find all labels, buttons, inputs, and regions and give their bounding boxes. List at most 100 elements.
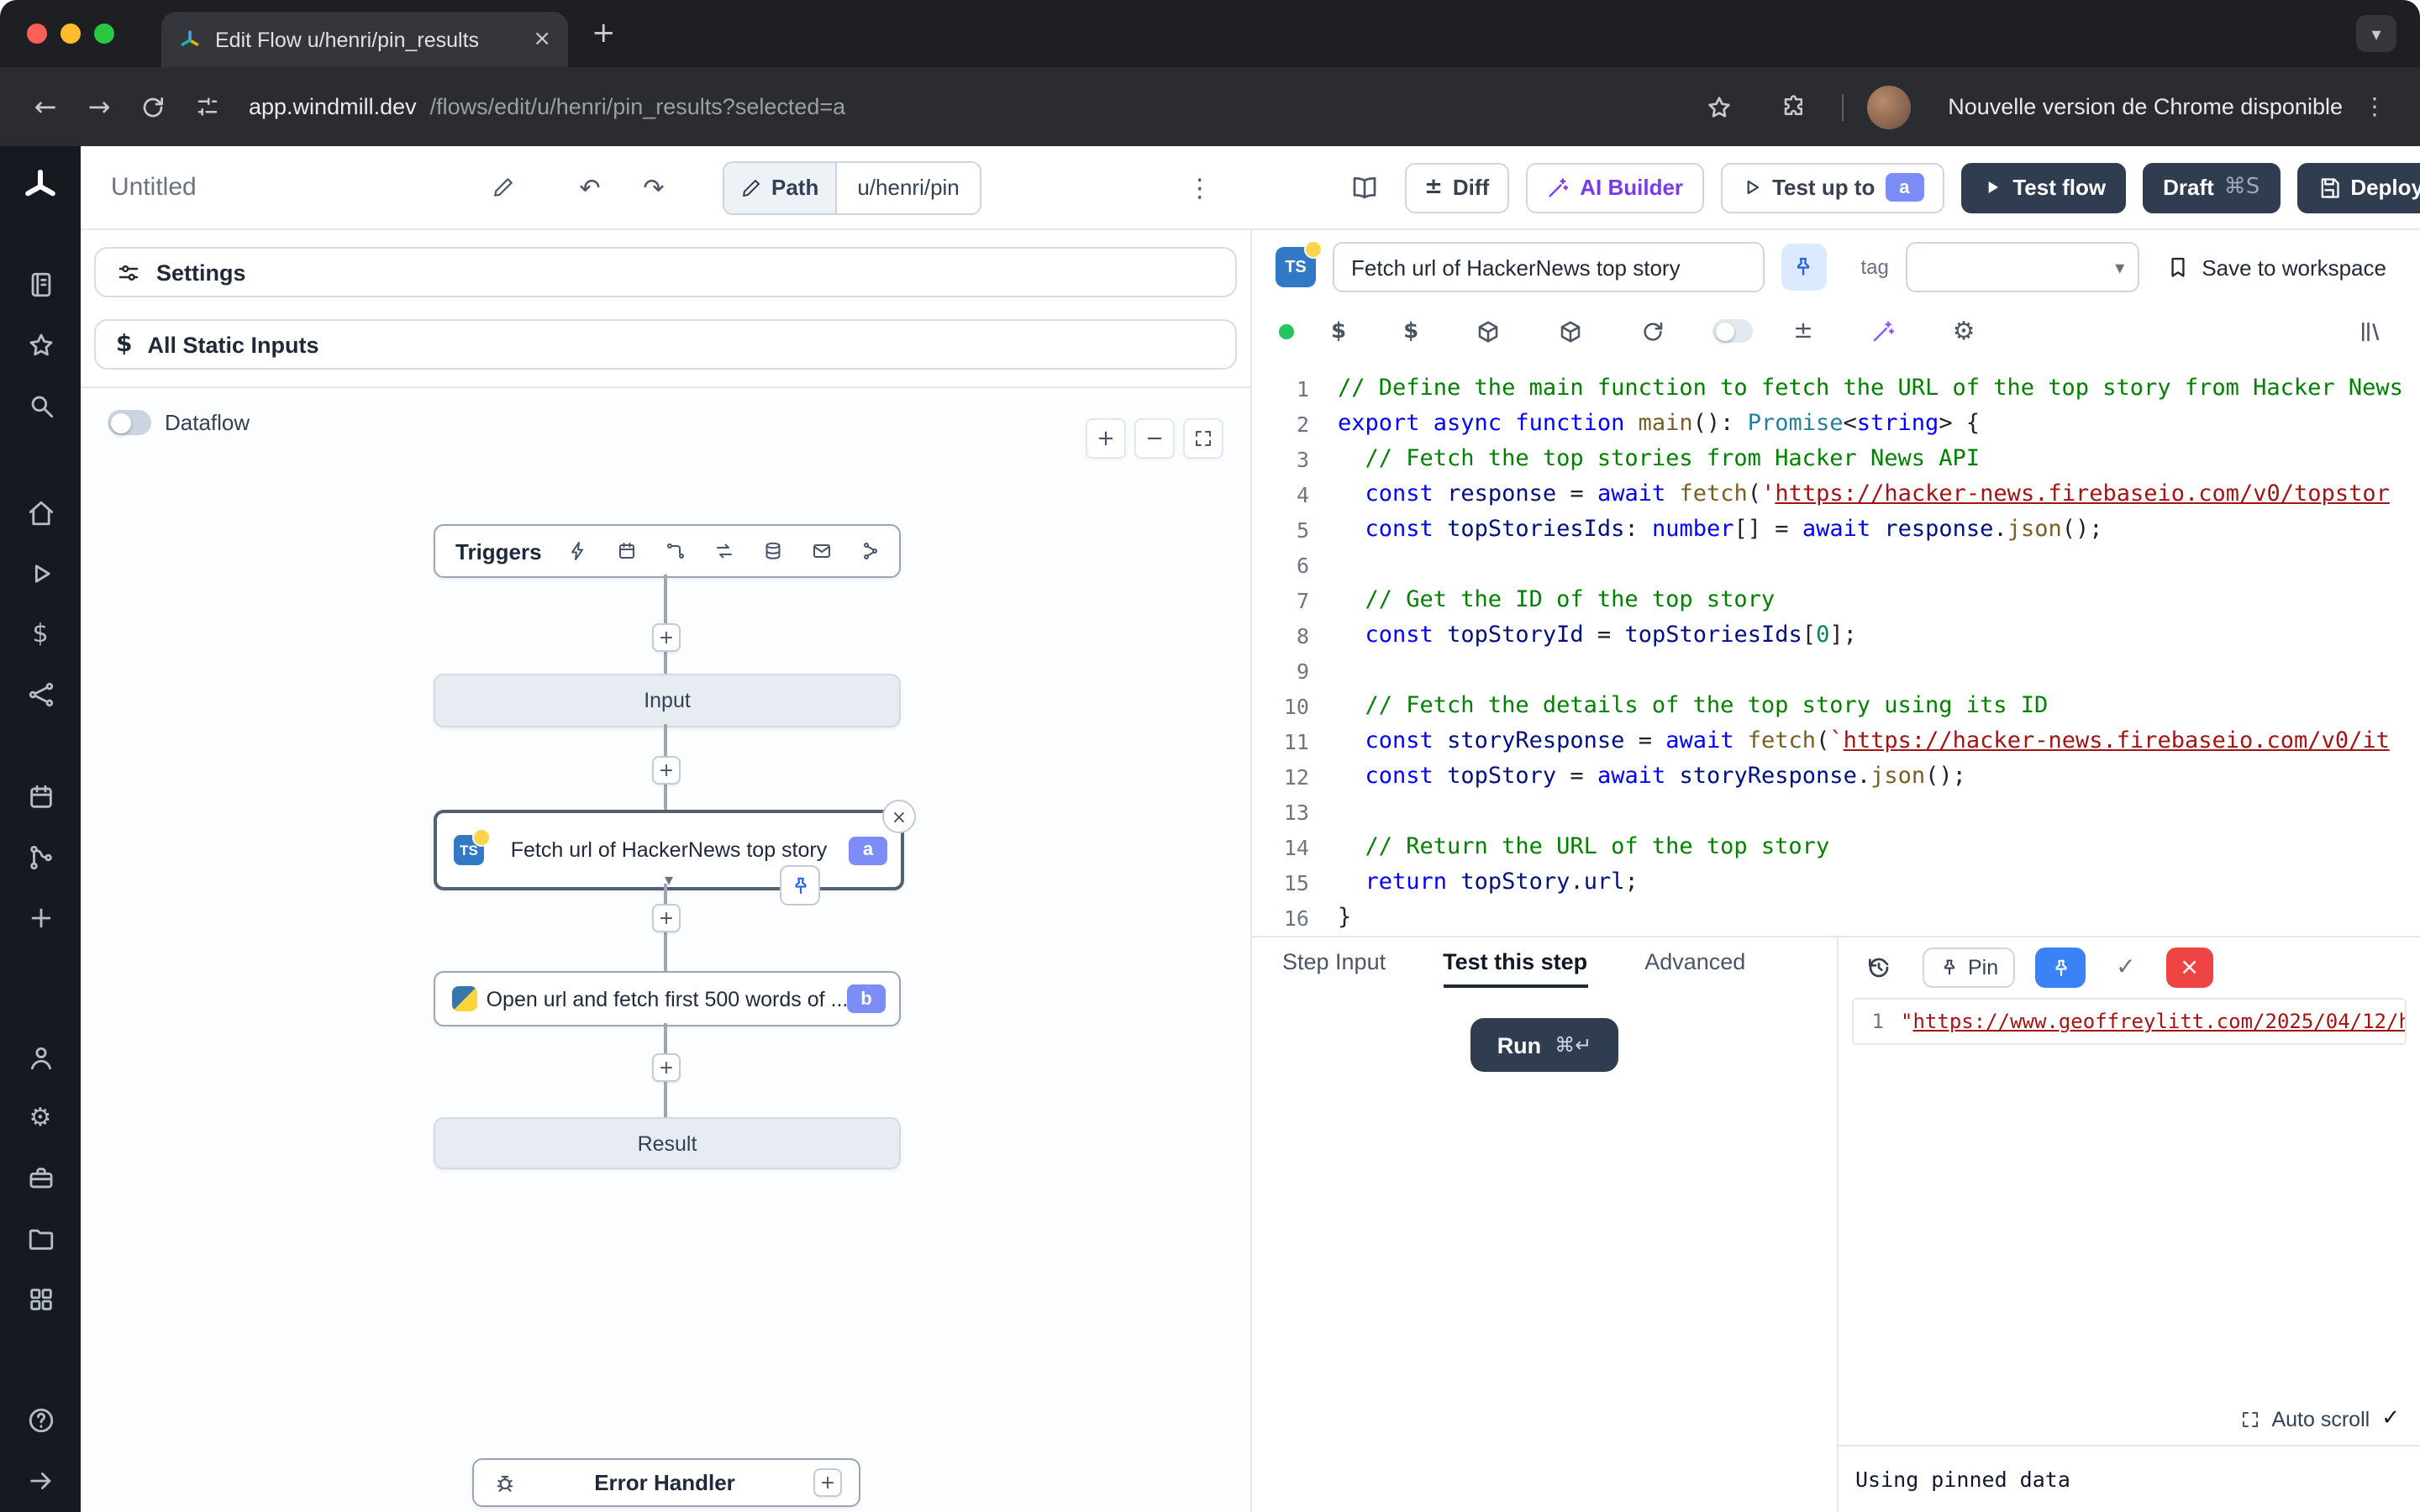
trigger-icon-mail[interactable] — [813, 541, 833, 561]
diff-icon[interactable]: ± — [1783, 316, 1823, 346]
test-up-to-button[interactable]: Test up to a — [1720, 162, 1944, 213]
tag-select[interactable]: ▾ — [1906, 242, 2139, 292]
tab-search-chevron-icon[interactable]: ▾ — [2356, 15, 2396, 52]
tab-step-input[interactable]: Step Input — [1282, 937, 1386, 988]
minimize-window-button[interactable] — [60, 24, 81, 44]
profile-avatar[interactable] — [1867, 85, 1911, 129]
triggers-node[interactable]: Triggers — [434, 524, 901, 578]
save-to-workspace-button[interactable]: Save to workspace — [2156, 253, 2396, 281]
pinned-data-editor[interactable]: 1 "https://www.geoffreylitt.com/2025/04/… — [1852, 998, 2407, 1045]
remove-step-button[interactable]: × — [882, 800, 916, 833]
library-panel-icon[interactable] — [2348, 317, 2393, 345]
resources-icon[interactable]: $ — [1393, 317, 1428, 345]
path-control[interactable]: Path u/henri/pin — [723, 160, 981, 214]
static-inputs-card[interactable]: $ All Static Inputs — [94, 319, 1237, 370]
editor-settings-gear-icon[interactable]: ⚙ — [1943, 314, 1986, 348]
insert-step-button[interactable]: + — [652, 1053, 681, 1082]
variables-icon[interactable]: $ — [1321, 317, 1356, 345]
trigger-icon-db[interactable] — [764, 541, 784, 561]
run-button[interactable]: Run ⌘↵ — [1470, 1018, 1619, 1072]
test-up-to-step-badge[interactable]: a — [1885, 173, 1923, 202]
sidebar-icon-dollar[interactable]: $ — [20, 613, 60, 654]
sidebar-icon-star[interactable] — [20, 324, 60, 365]
settings-card[interactable]: Settings — [94, 247, 1237, 297]
zoom-window-button[interactable] — [94, 24, 114, 44]
sidebar-icon-play[interactable] — [20, 553, 60, 593]
sidebar-icon-person[interactable] — [20, 1037, 60, 1077]
package-icon[interactable] — [1465, 317, 1511, 345]
redo-button[interactable]: ↷ — [632, 165, 676, 209]
insert-step-button[interactable]: + — [652, 756, 681, 785]
sidebar-icon-gear[interactable]: ⚙ — [20, 1097, 60, 1137]
close-window-button[interactable] — [27, 24, 47, 44]
step-title-input[interactable] — [1333, 242, 1764, 292]
sidebar-icon-plus[interactable] — [20, 897, 60, 937]
editor-toggle[interactable] — [1712, 319, 1753, 343]
clear-pin-button[interactable]: × — [2166, 948, 2213, 988]
docs-book-icon[interactable] — [1340, 164, 1387, 211]
auto-scroll-check-icon[interactable]: ✓ — [2381, 1406, 2400, 1431]
tab-advanced[interactable]: Advanced — [1644, 937, 1745, 988]
trigger-icon-calendar[interactable] — [618, 541, 638, 561]
new-tab-button[interactable]: + — [592, 17, 616, 50]
error-handler-node[interactable]: Error Handler + — [472, 1458, 860, 1507]
zoom-out-button[interactable]: − — [1134, 418, 1175, 459]
sidebar-icon-calendar[interactable] — [20, 776, 60, 816]
undo-button[interactable]: ↶ — [568, 165, 612, 209]
bookmark-star-icon[interactable] — [1694, 81, 1744, 132]
sidebar-icon-search[interactable] — [20, 385, 60, 425]
input-node[interactable]: Input — [434, 674, 901, 727]
sidebar-icon-folder[interactable] — [20, 1218, 60, 1258]
add-error-handler-button[interactable]: + — [813, 1468, 842, 1497]
zoom-in-button[interactable]: + — [1086, 418, 1126, 459]
pin-step-button[interactable] — [1781, 244, 1827, 291]
pinned-active-button[interactable] — [2035, 948, 2086, 988]
sidebar-icon-arrow-right[interactable] — [20, 1460, 60, 1500]
insert-step-button[interactable]: + — [652, 623, 681, 652]
reset-icon[interactable] — [1630, 317, 1676, 345]
diff-button[interactable]: ± Diff — [1404, 162, 1509, 213]
chrome-update-notice[interactable]: Nouvelle version de Chrome disponible ⋮ — [1934, 85, 2400, 129]
browser-menu-kebab-icon[interactable]: ⋮ — [2363, 93, 2386, 120]
ai-wand-icon[interactable] — [1860, 317, 1906, 345]
sidebar-icon-case[interactable] — [20, 1158, 60, 1198]
ai-builder-button[interactable]: AI Builder — [1526, 162, 1703, 213]
trigger-icon-route[interactable] — [666, 541, 687, 561]
sidebar-icon-grid[interactable] — [20, 1278, 60, 1319]
expand-icon[interactable] — [2239, 1409, 2260, 1429]
dataflow-toggle[interactable] — [108, 410, 151, 435]
tab-test-this-step[interactable]: Test this step — [1443, 937, 1587, 988]
pin-data-button[interactable]: Pin — [1923, 948, 2015, 988]
trigger-icon-kafka[interactable] — [861, 541, 881, 561]
insert-step-button[interactable]: + — [652, 904, 681, 932]
reload-button[interactable] — [128, 81, 178, 132]
history-icon[interactable] — [1855, 953, 1902, 983]
result-node[interactable]: Result — [434, 1117, 901, 1169]
accept-check-icon[interactable]: ✓ — [2106, 953, 2145, 983]
package-icon[interactable] — [1548, 317, 1593, 345]
flow-canvas[interactable]: Dataflow + − Triggers + — [81, 386, 1250, 1512]
sidebar-icon-branch[interactable] — [20, 837, 60, 877]
back-button[interactable]: ← — [20, 81, 71, 132]
flow-options-kebab-icon[interactable]: ⋮ — [1180, 165, 1220, 209]
step-pinned-icon[interactable] — [780, 865, 820, 906]
site-info-icon[interactable] — [182, 81, 232, 132]
fit-view-button[interactable] — [1183, 418, 1223, 459]
sidebar-icon-journal[interactable] — [20, 264, 60, 304]
tab-close-icon[interactable]: × — [533, 27, 551, 52]
trigger-icon-bolt[interactable] — [569, 541, 589, 561]
sidebar-icon-hub[interactable] — [20, 674, 60, 714]
test-flow-button[interactable]: Test flow — [1960, 162, 2126, 213]
browser-tab[interactable]: Edit Flow u/henri/pin_results × — [161, 12, 568, 67]
deploy-button[interactable]: Deploy — [2296, 162, 2420, 213]
sidebar-icon-question[interactable] — [20, 1399, 60, 1440]
edit-name-pencil-icon[interactable] — [492, 176, 514, 198]
draft-button[interactable]: Draft ⌘S — [2143, 162, 2280, 213]
address-bar[interactable]: app.windmill.dev/flows/edit/u/henri/pin_… — [249, 94, 845, 119]
forward-button[interactable]: → — [74, 81, 124, 132]
trigger-icon-swap[interactable] — [715, 541, 735, 561]
step-a-node[interactable]: TS Fetch url of HackerNews top story a ×… — [434, 810, 904, 890]
extensions-puzzle-icon[interactable] — [1768, 81, 1818, 132]
windmill-logo-icon[interactable] — [20, 166, 60, 207]
code-editor[interactable]: 1// Define the main function to fetch th… — [1252, 358, 2420, 936]
